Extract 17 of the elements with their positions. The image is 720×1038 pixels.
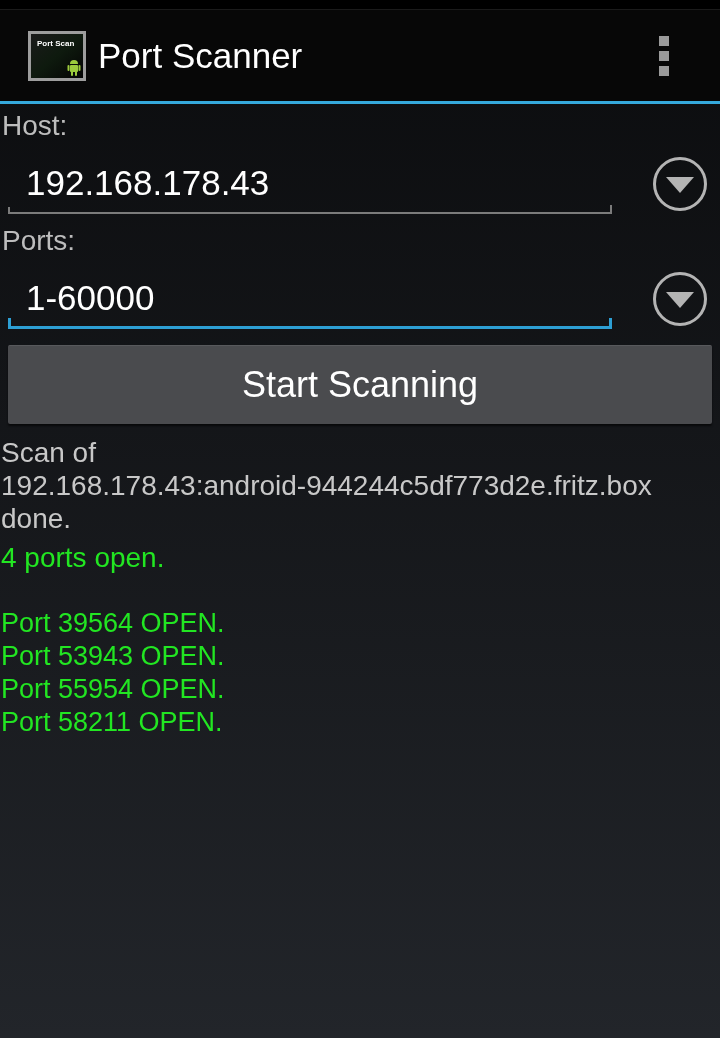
field-label: Ports: <box>1 224 76 257</box>
scan-message: Scan of 192.168.178.43:android-944244c5df773d2e.fritz.box done. <box>1 436 653 535</box>
open-port-line: Port 58211 OPEN. <box>1 706 223 739</box>
robot-icon <box>67 57 81 76</box>
logo-text: Port Scan <box>37 38 75 48</box>
dropdown-icon[interactable] <box>653 272 707 326</box>
dropdown-icon[interactable] <box>653 157 707 211</box>
more-menu-icon[interactable] <box>659 35 669 76</box>
app-title: Port Scanner <box>98 35 303 76</box>
open-port-line: Port 55954 OPEN. <box>1 673 225 706</box>
open-port-line: Port 53943 OPEN. <box>1 640 225 673</box>
open-port-line: Port 39564 OPEN. <box>1 607 225 640</box>
input-field[interactable]: 1-60000 <box>8 257 612 329</box>
input-field[interactable]: 192.168.178.43 <box>8 142 612 214</box>
start-scanning-button[interactable]: Start Scanning <box>8 345 712 424</box>
field-label: Host: <box>1 109 68 142</box>
open-ports-summary: 4 ports open. <box>1 541 165 574</box>
